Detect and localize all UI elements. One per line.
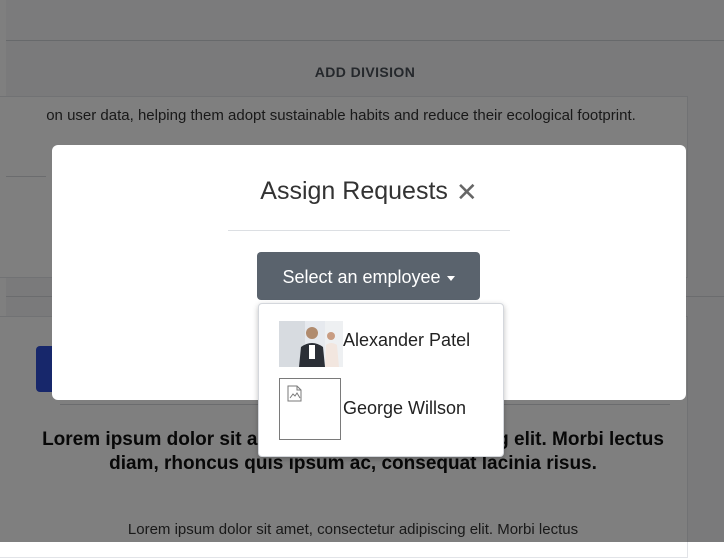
modal-title: Assign Requests xyxy=(260,177,448,205)
caret-down-icon xyxy=(446,275,455,281)
dropdown-item-george-willson[interactable]: George Willson xyxy=(259,376,503,442)
avatar xyxy=(279,321,343,367)
employee-name: Alexander Patel xyxy=(343,330,471,350)
employee-name: George Willson xyxy=(343,398,467,418)
broken-image-icon xyxy=(287,385,302,402)
dropdown-item-alexander-patel[interactable]: Alexander Patel xyxy=(259,316,503,382)
select-employee-button[interactable]: Select an employee xyxy=(257,252,480,300)
close-icon[interactable]: ✕ xyxy=(456,177,478,208)
modal-title-row: Assign Requests ✕ xyxy=(52,177,686,208)
avatar xyxy=(279,378,341,440)
modal-divider xyxy=(228,230,510,231)
employee-dropdown-menu: Alexander Patel George Willson xyxy=(258,303,504,457)
select-employee-label: Select an employee xyxy=(282,267,441,287)
person-photo-icon xyxy=(279,321,343,367)
